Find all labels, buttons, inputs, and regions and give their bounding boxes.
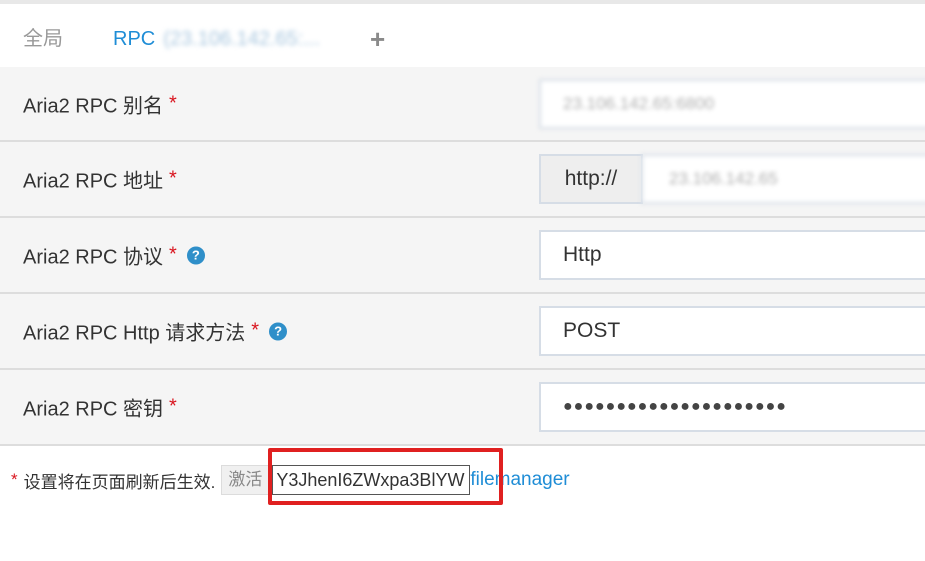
question-icon[interactable]: ?	[269, 322, 288, 340]
required-mark: *	[169, 243, 177, 266]
secret-input[interactable]: ●●●●●●●●●●●●●●●●●●●●●	[539, 382, 925, 432]
tab-global[interactable]: 全局	[23, 8, 63, 71]
tab-rpc-label: RPC	[113, 28, 156, 50]
required-mark: *	[251, 319, 260, 342]
method-label: Aria2 RPC Http 请求方法	[23, 322, 246, 345]
row-address: Aria2 RPC 地址 * http:// 23.106.142.65	[0, 142, 925, 218]
row-protocol: Aria2 RPC 协议 * ? Http	[0, 218, 925, 294]
alias-label: Aria2 RPC 别名	[23, 95, 164, 117]
protocol-label: Aria2 RPC 协议	[23, 246, 164, 269]
secret-label: Aria2 RPC 密钥	[23, 398, 164, 421]
add-tab-button[interactable]: +	[370, 8, 385, 71]
address-input[interactable]: 23.106.142.65	[641, 154, 925, 204]
tab-bar: 全局 RPC (23.106.142.65:... +	[0, 0, 925, 71]
required-mark: *	[169, 92, 177, 114]
refresh-note-text: 设置将在页面刷新后生效.	[23, 472, 216, 492]
row-method: Aria2 RPC Http 请求方法 * ? POST	[0, 294, 925, 370]
question-icon[interactable]: ?	[186, 246, 205, 264]
activate-button[interactable]: 激活	[221, 465, 270, 495]
address-protocol-prefix: http://	[539, 154, 643, 204]
address-label: Aria2 RPC 地址	[23, 170, 164, 193]
required-mark: *	[169, 395, 177, 418]
rpc-settings-form: Aria2 RPC 别名 * 23.106.142.65:6800 Aria2 …	[0, 67, 925, 446]
required-mark: *	[169, 167, 177, 190]
method-select[interactable]: POST	[539, 306, 925, 356]
row-secret: Aria2 RPC 密钥 * ●●●●●●●●●●●●●●●●●●●●●	[0, 370, 925, 446]
alias-input[interactable]: 23.106.142.65:6800	[539, 79, 925, 129]
row-alias: Aria2 RPC 别名 * 23.106.142.65:6800	[0, 67, 925, 142]
highlight-annotation	[268, 448, 503, 505]
tab-rpc[interactable]: RPC (23.106.142.65:...	[90, 8, 360, 71]
protocol-select[interactable]: Http	[539, 230, 925, 280]
required-mark: *	[11, 470, 18, 489]
tab-rpc-host: (23.106.142.65:...	[163, 28, 321, 50]
